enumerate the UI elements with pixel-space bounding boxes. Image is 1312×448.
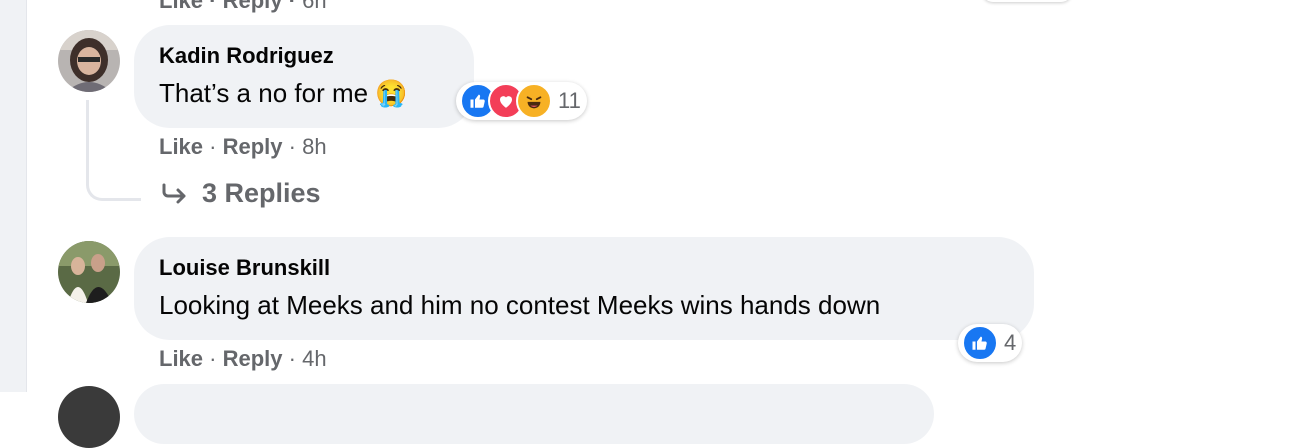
- separator: ·: [203, 0, 223, 13]
- avatar[interactable]: [58, 386, 120, 448]
- like-link[interactable]: Like: [159, 346, 203, 371]
- reply-link[interactable]: Reply: [223, 134, 283, 159]
- reaction-count: 11: [558, 88, 581, 113]
- avatar[interactable]: [58, 30, 120, 92]
- separator: ·: [203, 134, 223, 159]
- timestamp[interactable]: 6h: [302, 0, 326, 13]
- left-rail: [0, 0, 27, 392]
- avatar[interactable]: [58, 241, 120, 303]
- like-link[interactable]: Like: [159, 134, 203, 159]
- timestamp[interactable]: 8h: [302, 134, 326, 159]
- thread-connector-line: [86, 100, 141, 201]
- separator: ·: [282, 134, 303, 159]
- reaction-summary[interactable]: [982, 0, 1072, 2]
- reaction-summary[interactable]: 11: [456, 82, 587, 120]
- reaction-count: 4: [1004, 330, 1017, 355]
- comment-bubble: [134, 237, 1034, 340]
- comment-actions: Like · Reply · 4h: [159, 346, 327, 372]
- haha-icon: [516, 83, 552, 119]
- separator: ·: [203, 346, 223, 371]
- reply-link[interactable]: Reply: [223, 0, 283, 13]
- like-link[interactable]: Like: [159, 0, 203, 13]
- comment-text: Looking at Meeks and him no contest Meek…: [159, 290, 881, 320]
- reply-link[interactable]: Reply: [223, 346, 283, 371]
- timestamp[interactable]: 4h: [302, 346, 326, 371]
- comment-bubble: [134, 25, 474, 128]
- previous-comment-actions: Like · Reply · 6h: [159, 0, 327, 14]
- comment-text-content: That’s a no for me: [159, 78, 369, 108]
- reaction-summary[interactable]: 4: [958, 324, 1023, 362]
- like-icon: [962, 325, 998, 361]
- reply-arrow-icon: [162, 183, 186, 203]
- loudly-crying-emoji-icon: 😭: [375, 78, 408, 108]
- view-replies-button[interactable]: 3 Replies: [160, 178, 321, 209]
- comment-author[interactable]: Kadin Rodriguez: [159, 43, 334, 69]
- comment-text: That’s a no for me 😭: [159, 78, 408, 109]
- comment-bubble: [134, 384, 934, 444]
- separator: ·: [282, 0, 303, 13]
- separator: ·: [282, 346, 303, 371]
- comment-author[interactable]: Louise Brunskill: [159, 255, 330, 281]
- comment-actions: Like · Reply · 8h: [159, 134, 327, 160]
- replies-label: 3 Replies: [202, 178, 321, 208]
